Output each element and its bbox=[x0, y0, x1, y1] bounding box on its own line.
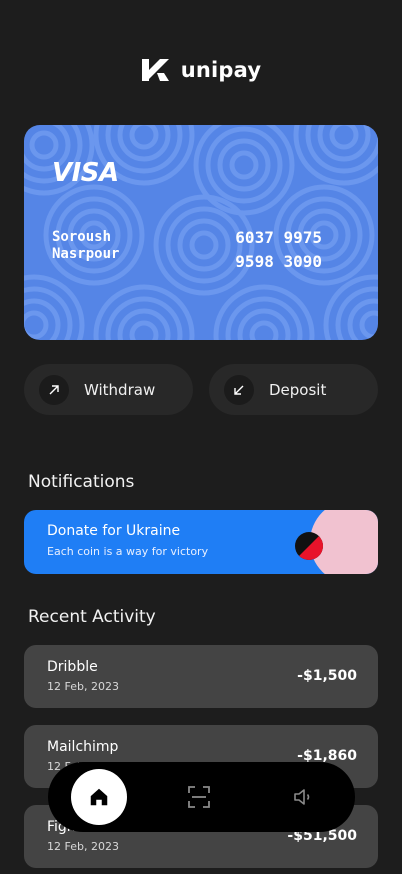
nav-home-button[interactable] bbox=[71, 769, 127, 825]
donate-banner[interactable]: Donate for Ukraine Each coin is a way fo… bbox=[24, 510, 378, 574]
activity-name: Dribble bbox=[47, 659, 98, 675]
notifications-title: Notifications bbox=[28, 472, 135, 492]
app-logo: unipay bbox=[0, 58, 402, 82]
activity-amount: -$1,500 bbox=[297, 668, 357, 684]
card-number-line1: 6037 9975 bbox=[235, 228, 322, 247]
deposit-button[interactable]: Deposit bbox=[209, 364, 378, 415]
unipay-logo-icon bbox=[141, 59, 169, 81]
withdraw-label: Withdraw bbox=[84, 380, 156, 399]
arrow-down-left-icon bbox=[224, 374, 254, 405]
activity-date: 12 Feb, 2023 bbox=[47, 680, 119, 693]
bottom-nav bbox=[48, 762, 355, 832]
withdraw-button[interactable]: Withdraw bbox=[24, 364, 193, 415]
activity-date: 12 Feb, 2023 bbox=[47, 840, 119, 853]
banner-title: Donate for Ukraine bbox=[47, 523, 181, 539]
activity-name: Mailchimp bbox=[47, 739, 119, 755]
deposit-label: Deposit bbox=[269, 380, 327, 399]
home-icon bbox=[90, 788, 108, 806]
scan-icon[interactable] bbox=[187, 785, 211, 809]
activity-item[interactable]: Dribble 12 Feb, 2023 -$1,500 bbox=[24, 645, 378, 708]
card-holder-name: Soroush Nasrpour bbox=[52, 229, 119, 263]
banner-subtitle: Each coin is a way for victory bbox=[47, 545, 209, 558]
recent-activity-title: Recent Activity bbox=[28, 607, 156, 627]
card-brand: VISA bbox=[52, 158, 119, 188]
ukraine-coin-icon bbox=[295, 532, 323, 560]
card-holder-first: Soroush bbox=[52, 229, 112, 245]
speaker-icon[interactable] bbox=[291, 785, 315, 809]
card-number-line2: 9598 3090 bbox=[235, 252, 322, 271]
arrow-up-right-icon bbox=[39, 374, 69, 405]
card-holder-last: Nasrpour bbox=[52, 246, 120, 262]
card-number: 6037 9975 9598 3090 bbox=[235, 226, 322, 274]
app-name: unipay bbox=[180, 58, 262, 82]
